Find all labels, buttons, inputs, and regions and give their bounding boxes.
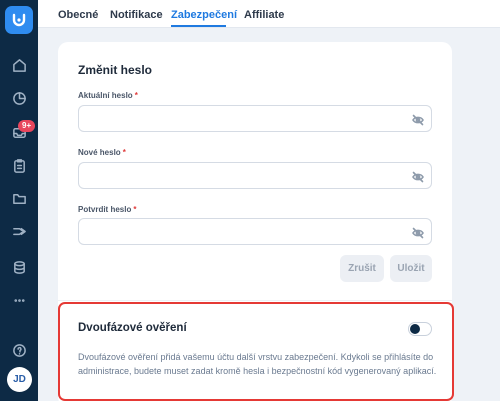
- two-factor-title: Dvoufázové ověření: [78, 322, 187, 334]
- clipboard-icon[interactable]: [9, 155, 29, 175]
- chart-icon[interactable]: [9, 88, 29, 108]
- new-password-label: Nové heslo *: [78, 148, 126, 157]
- change-password-title: Změnit heslo: [78, 63, 153, 77]
- tab-notifikace[interactable]: Notifikace: [110, 9, 163, 21]
- confirm-password-label: Potvrdit heslo *: [78, 205, 137, 214]
- toggle-knob: [410, 324, 420, 334]
- sidebar: 9+ JD: [0, 0, 38, 401]
- tab-zabezpeceni[interactable]: Zabezpečení: [171, 9, 237, 21]
- notification-badge: 9+: [18, 120, 36, 132]
- new-password-input[interactable]: [78, 162, 432, 189]
- home-icon[interactable]: [9, 55, 29, 75]
- tab-affiliate[interactable]: Affiliate: [244, 9, 284, 21]
- eye-off-icon[interactable]: [412, 170, 424, 183]
- folder-icon[interactable]: [9, 188, 29, 208]
- avatar[interactable]: JD: [7, 367, 32, 392]
- confirm-password-input[interactable]: [78, 218, 432, 245]
- two-factor-toggle[interactable]: [408, 322, 432, 336]
- settings-tabs: Obecné Notifikace Zabezpečení Affiliate: [38, 0, 500, 28]
- two-factor-section: Dvoufázové ověření Dvoufázové ověření př…: [58, 302, 454, 401]
- save-button[interactable]: Uložit: [390, 255, 432, 282]
- cancel-button[interactable]: Zrušit: [340, 255, 384, 282]
- help-icon[interactable]: [9, 340, 29, 360]
- logo-icon[interactable]: [5, 6, 33, 34]
- more-icon[interactable]: [9, 290, 29, 310]
- database-icon[interactable]: [9, 257, 29, 277]
- flow-icon[interactable]: [9, 221, 29, 241]
- current-password-input[interactable]: [78, 105, 432, 132]
- card-divider: [58, 300, 452, 301]
- active-tab-indicator: [171, 25, 226, 27]
- eye-off-icon[interactable]: [412, 113, 424, 126]
- current-password-label: Aktuální heslo *: [78, 91, 138, 100]
- two-factor-description: Dvoufázové ověření přidá vašemu účtu dal…: [78, 352, 437, 376]
- eye-off-icon[interactable]: [412, 226, 424, 239]
- tab-obecne[interactable]: Obecné: [58, 9, 98, 21]
